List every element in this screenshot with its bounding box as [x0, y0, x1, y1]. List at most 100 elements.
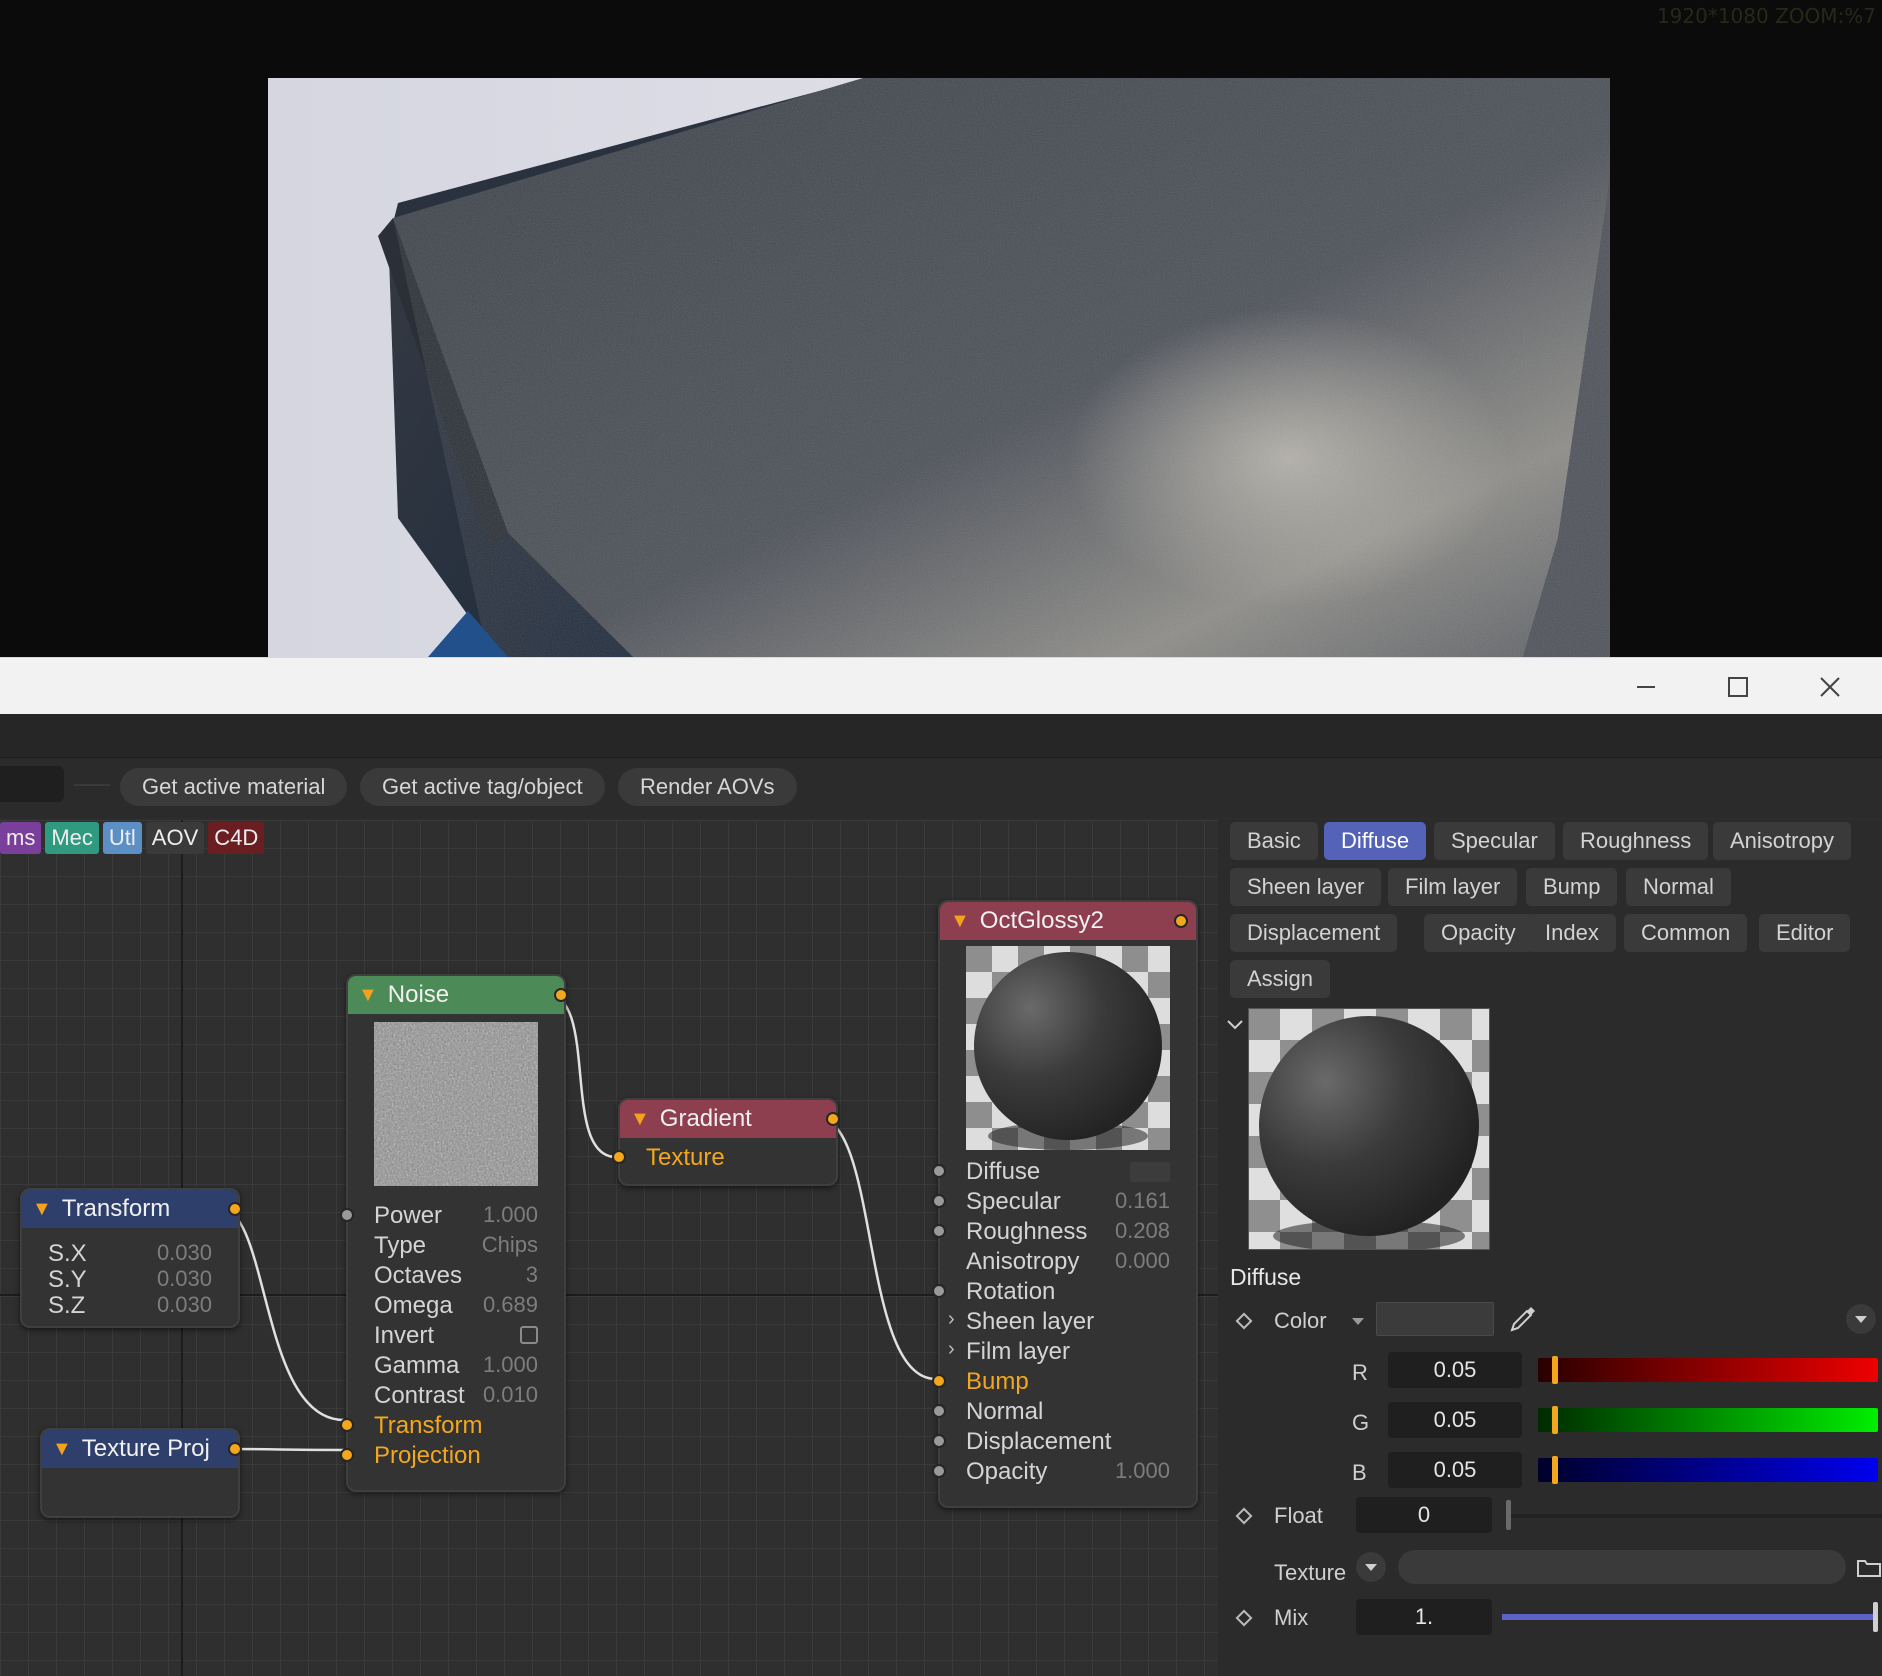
- tag-c4d[interactable]: C4D: [208, 822, 265, 854]
- mix-slider-thumb[interactable]: [1873, 1602, 1878, 1632]
- collapse-triangle-icon[interactable]: ▼: [950, 910, 970, 933]
- bump-input-port[interactable]: [932, 1374, 946, 1388]
- param-value[interactable]: 0.000: [1115, 1248, 1170, 1274]
- transform-node[interactable]: ▼ Transform S.X 0.030 S.Y 0.030 S.Z 0.03…: [20, 1188, 242, 1328]
- gradient-node-header[interactable]: ▼ Gradient: [620, 1100, 840, 1138]
- transform-input-port[interactable]: [340, 1418, 354, 1432]
- render-aovs-button[interactable]: Render AOVs: [618, 768, 797, 806]
- param-value[interactable]: 0.030: [157, 1266, 212, 1292]
- expand-chevron-icon[interactable]: ›: [948, 1338, 955, 1361]
- expand-options-button[interactable]: [1846, 1304, 1876, 1334]
- param-value[interactable]: Chips: [482, 1232, 538, 1258]
- collapse-chevron-icon[interactable]: [1226, 1018, 1244, 1032]
- texture-projection-output-port[interactable]: [228, 1442, 242, 1456]
- tab-anisotropy[interactable]: Anisotropy: [1713, 822, 1851, 860]
- get-active-tag-button[interactable]: Get active tag/object: [360, 768, 605, 806]
- keyframe-diamond-icon[interactable]: [1235, 1312, 1253, 1330]
- power-input-port[interactable]: [340, 1208, 354, 1222]
- tab-basic[interactable]: Basic: [1230, 822, 1318, 860]
- green-value-input[interactable]: 0.05: [1388, 1402, 1522, 1438]
- texture-projection-node[interactable]: ▼ Texture Proj: [40, 1428, 242, 1518]
- tab-editor[interactable]: Editor: [1759, 914, 1851, 952]
- param-value[interactable]: 1.000: [1115, 1458, 1170, 1484]
- noise-node-header[interactable]: ▼ Noise: [348, 976, 568, 1014]
- tab-roughness[interactable]: Roughness: [1563, 822, 1709, 860]
- tab-displacement[interactable]: Displacement: [1230, 914, 1398, 952]
- rotation-input-port[interactable]: [932, 1284, 946, 1298]
- gradient-node[interactable]: ▼ Gradient Texture: [612, 1098, 840, 1186]
- blue-slider[interactable]: [1538, 1456, 1878, 1484]
- collapse-triangle-icon[interactable]: ▼: [52, 1438, 72, 1461]
- gradient-output-port[interactable]: [826, 1112, 840, 1126]
- projection-input-port[interactable]: [340, 1448, 354, 1462]
- transform-output-port[interactable]: [228, 1202, 242, 1216]
- blue-value-input[interactable]: 0.05: [1388, 1452, 1522, 1488]
- tab-sheen-layer[interactable]: Sheen layer: [1230, 868, 1382, 906]
- displacement-input-port[interactable]: [932, 1434, 946, 1448]
- tab-bump[interactable]: Bump: [1526, 868, 1618, 906]
- folder-icon[interactable]: [1856, 1556, 1882, 1578]
- texture-projection-node-header[interactable]: ▼ Texture Proj: [42, 1430, 242, 1468]
- color-swatch[interactable]: [1376, 1302, 1494, 1336]
- texture-type-dropdown[interactable]: [1356, 1552, 1386, 1582]
- tab-index[interactable]: Index: [1528, 914, 1616, 952]
- collapse-triangle-icon[interactable]: ▼: [32, 1198, 52, 1221]
- tab-diffuse[interactable]: Diffuse: [1324, 822, 1427, 860]
- node-graph[interactable]: ms Mec Utl AOV C4D ▼ Transform S.X 0.030…: [0, 820, 1218, 1676]
- green-slider[interactable]: [1538, 1406, 1878, 1434]
- tab-common[interactable]: Common: [1624, 914, 1748, 952]
- float-slider[interactable]: [1506, 1500, 1882, 1530]
- texture-path-input[interactable]: [1398, 1550, 1846, 1584]
- tab-normal[interactable]: Normal: [1626, 868, 1731, 906]
- transform-node-header[interactable]: ▼ Transform: [22, 1190, 242, 1228]
- param-value[interactable]: 0.030: [157, 1292, 212, 1318]
- param-value[interactable]: 0.208: [1115, 1218, 1170, 1244]
- texture-input-port[interactable]: [612, 1150, 626, 1164]
- tab-assign[interactable]: Assign: [1230, 960, 1331, 998]
- tag-ms[interactable]: ms: [0, 822, 42, 854]
- tag-aov[interactable]: AOV: [145, 822, 205, 854]
- minimize-button[interactable]: [1600, 658, 1692, 715]
- red-slider[interactable]: [1538, 1356, 1878, 1384]
- green-slider-thumb[interactable]: [1552, 1406, 1558, 1434]
- param-value[interactable]: 0.161: [1115, 1188, 1170, 1214]
- eyedropper-icon[interactable]: [1508, 1304, 1538, 1334]
- param-value[interactable]: 0.689: [483, 1292, 538, 1318]
- float-slider-thumb[interactable]: [1506, 1500, 1511, 1530]
- toolbar-field[interactable]: [0, 766, 64, 802]
- diffuse-color-swatch[interactable]: [1130, 1162, 1170, 1182]
- blue-slider-thumb[interactable]: [1552, 1456, 1558, 1484]
- param-value[interactable]: 0.030: [157, 1240, 212, 1266]
- close-button[interactable]: [1784, 658, 1876, 715]
- tag-utl[interactable]: Utl: [102, 822, 142, 854]
- octglossy-node-header[interactable]: ▼ OctGlossy2: [940, 902, 1196, 940]
- red-slider-thumb[interactable]: [1552, 1356, 1558, 1384]
- collapse-triangle-icon[interactable]: ▼: [358, 984, 378, 1007]
- diffuse-input-port[interactable]: [932, 1164, 946, 1178]
- param-value[interactable]: 0.010: [483, 1382, 538, 1408]
- expand-chevron-icon[interactable]: ›: [948, 1308, 955, 1331]
- roughness-input-port[interactable]: [932, 1224, 946, 1238]
- maximize-button[interactable]: [1692, 658, 1784, 715]
- tab-opacity[interactable]: Opacity: [1424, 914, 1533, 952]
- noise-output-port[interactable]: [554, 988, 568, 1002]
- red-value-input[interactable]: 0.05: [1388, 1352, 1522, 1388]
- opacity-input-port[interactable]: [932, 1464, 946, 1478]
- param-value[interactable]: 1.000: [483, 1202, 538, 1228]
- mix-slider[interactable]: [1502, 1602, 1878, 1632]
- tab-specular[interactable]: Specular: [1434, 822, 1555, 860]
- normal-input-port[interactable]: [932, 1404, 946, 1418]
- noise-node[interactable]: ▼ Noise Power 1.000 Type Chips Octaves 3…: [340, 974, 568, 1492]
- tab-film-layer[interactable]: Film layer: [1388, 868, 1518, 906]
- collapse-triangle-icon[interactable]: ▼: [630, 1108, 650, 1131]
- specular-input-port[interactable]: [932, 1194, 946, 1208]
- float-value-input[interactable]: 0: [1356, 1497, 1492, 1533]
- get-active-material-button[interactable]: Get active material: [120, 768, 348, 806]
- param-value[interactable]: 3: [526, 1262, 538, 1288]
- mix-value-input[interactable]: 1.: [1356, 1599, 1492, 1635]
- param-value[interactable]: 1.000: [483, 1352, 538, 1378]
- tag-mec[interactable]: Mec: [45, 822, 99, 854]
- keyframe-diamond-icon[interactable]: [1235, 1609, 1253, 1627]
- octglossy-output-port[interactable]: [1174, 914, 1188, 928]
- keyframe-diamond-icon[interactable]: [1235, 1507, 1253, 1525]
